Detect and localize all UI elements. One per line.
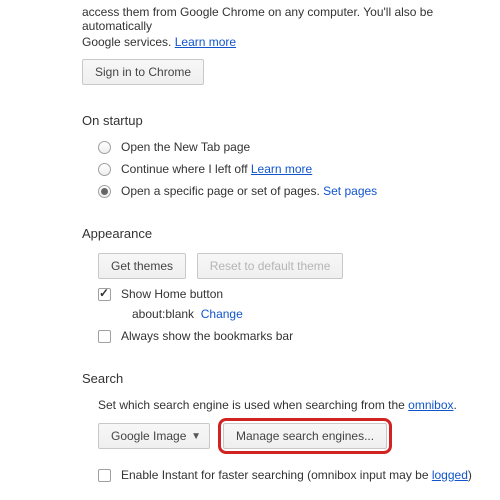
section-title-search: Search <box>82 371 500 386</box>
search-desc-suffix: . <box>454 398 457 412</box>
enable-instant-label: Enable Instant for faster searching (omn… <box>121 468 472 482</box>
always-bookmarks-label: Always show the bookmarks bar <box>121 329 293 343</box>
startup-option-specific-label: Open a specific page or set of pages. Se… <box>121 184 377 198</box>
startup-specific-prefix: Open a specific page or set of pages. <box>121 184 323 198</box>
instant-prefix: Enable Instant for faster searching (omn… <box>121 468 432 482</box>
startup-option-continue[interactable]: Continue where I left off Learn more <box>98 162 500 176</box>
radio-icon <box>98 185 111 198</box>
manage-search-engines-button[interactable]: Manage search engines... <box>223 423 387 449</box>
checkbox-icon <box>98 469 111 482</box>
radio-icon <box>98 163 111 176</box>
show-home-label: Show Home button <box>121 287 223 301</box>
reset-theme-button: Reset to default theme <box>197 253 344 279</box>
startup-continue-prefix: Continue where I left off <box>121 162 251 176</box>
instant-suffix: ) <box>468 468 472 482</box>
enable-instant-row[interactable]: Enable Instant for faster searching (omn… <box>98 468 500 482</box>
highlight-annotation: Manage search engines... <box>218 418 392 454</box>
omnibox-link[interactable]: omnibox <box>408 398 453 412</box>
search-engine-select[interactable]: Google Image ▼ <box>98 423 210 449</box>
sync-learn-more-link[interactable]: Learn more <box>175 35 236 49</box>
checkbox-icon <box>98 330 111 343</box>
section-title-appearance: Appearance <box>82 226 500 241</box>
startup-option-newtab[interactable]: Open the New Tab page <box>98 140 500 154</box>
sync-desc-line2-prefix: Google services. <box>82 35 175 49</box>
chevron-down-icon: ▼ <box>191 431 201 442</box>
startup-option-continue-label: Continue where I left off Learn more <box>121 162 312 176</box>
get-themes-button[interactable]: Get themes <box>98 253 186 279</box>
search-desc-prefix: Set which search engine is used when sea… <box>98 398 408 412</box>
radio-icon <box>98 141 111 154</box>
always-bookmarks-row[interactable]: Always show the bookmarks bar <box>98 329 500 343</box>
startup-set-pages-link[interactable]: Set pages <box>323 184 377 198</box>
checkbox-icon <box>98 288 111 301</box>
startup-option-newtab-label: Open the New Tab page <box>121 140 250 154</box>
startup-option-specific[interactable]: Open a specific page or set of pages. Se… <box>98 184 500 198</box>
home-page-value-row: about:blank Change <box>132 307 500 321</box>
show-home-row[interactable]: Show Home button <box>98 287 500 301</box>
sync-desc-line2: Google services. Learn more <box>82 35 500 49</box>
sign-in-button[interactable]: Sign in to Chrome <box>82 59 204 85</box>
home-page-change-link[interactable]: Change <box>201 307 243 321</box>
search-engine-selected-label: Google Image <box>111 429 186 443</box>
sync-desc-line1: access them from Google Chrome on any co… <box>82 5 500 33</box>
instant-logged-link[interactable]: logged <box>432 468 468 482</box>
section-title-startup: On startup <box>82 113 500 128</box>
startup-continue-learn-more-link[interactable]: Learn more <box>251 162 312 176</box>
search-desc: Set which search engine is used when sea… <box>98 398 500 412</box>
home-page-value: about:blank <box>132 307 194 321</box>
